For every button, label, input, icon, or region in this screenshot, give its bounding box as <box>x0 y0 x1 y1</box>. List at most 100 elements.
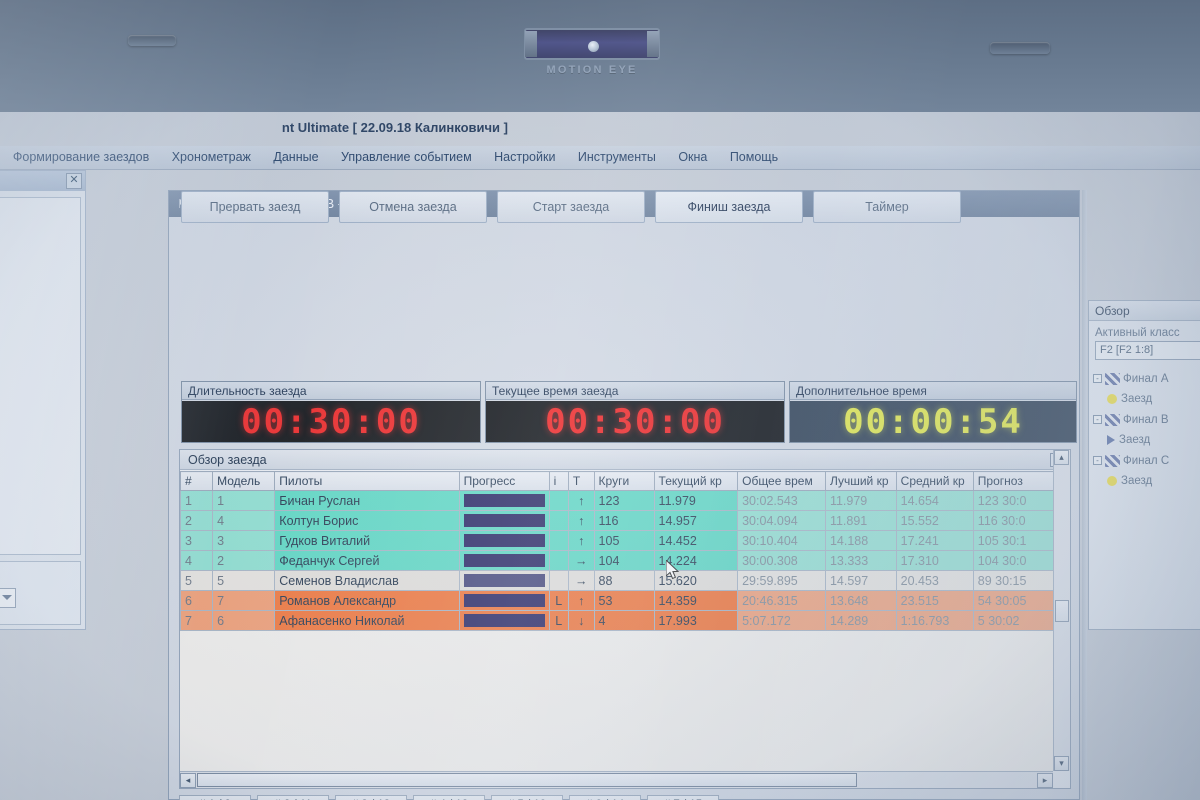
cell-trend: ↑ <box>567 490 595 511</box>
cell-total: 30:04.094 <box>737 510 826 531</box>
scroll-up-button[interactable]: ▴ <box>1054 450 1069 465</box>
table-row[interactable]: 7 6 Афанасенко Николай L ↓ 4 17.993 5:07… <box>180 610 1053 631</box>
col-pilots[interactable]: Пилоты <box>274 471 460 491</box>
vertical-scroll-thumb[interactable] <box>1055 600 1069 622</box>
start-race-button[interactable]: Старт заезда <box>497 191 645 223</box>
cell-laps: 53 <box>593 590 655 611</box>
tree-node-label: Финал A <box>1123 372 1169 385</box>
menu-item-tools[interactable]: Инструменты <box>569 146 665 167</box>
table-row[interactable]: 4 2 Феданчук Сергей → 104 14.224 30:00.3… <box>180 550 1053 571</box>
tree-node-final-b[interactable]: - Финал B <box>1093 409 1200 430</box>
pit-lane-label: # 2 / 11 <box>258 796 328 800</box>
cell-i: L <box>548 610 569 631</box>
cell-trend: ↓ <box>567 610 595 631</box>
col-t[interactable]: T <box>567 471 595 491</box>
table-vertical-scrollbar[interactable]: ▴ ▾ <box>1053 450 1070 771</box>
cell-pilot: Семенов Владислав <box>274 570 460 591</box>
progress-bar <box>463 574 545 587</box>
cell-pilot: Феданчук Сергей <box>274 550 460 571</box>
horizontal-scroll-thumb[interactable] <box>197 773 857 787</box>
col-total[interactable]: Общее врем <box>737 471 826 491</box>
finals-tree: - Финал A Заезд - Финал B Заезд - Финал … <box>1093 368 1200 491</box>
menu-item-settings[interactable]: Настройки <box>485 146 564 167</box>
dock-splitter[interactable] <box>1082 190 1087 800</box>
current-race-time-caption: Текущее время заезда <box>486 382 784 400</box>
col-current[interactable]: Текущий кр <box>653 471 739 491</box>
race-duration-value: 00:30:00 <box>241 401 421 442</box>
tree-node-final-a[interactable]: - Финал A <box>1093 368 1200 389</box>
table-row[interactable]: 3 3 Гудков Виталий ↑ 105 14.452 30:10.40… <box>180 530 1053 551</box>
tree-child-final-a-heat[interactable]: Заезд <box>1093 389 1200 409</box>
race-overview-caption: Обзор заезда <box>180 450 1070 470</box>
left-window-combo[interactable]: ] <box>0 588 16 608</box>
pit-lane-6[interactable]: # 6 / 14 + - <box>569 795 641 800</box>
close-icon[interactable]: ✕ <box>66 173 82 189</box>
cell-laps: 88 <box>593 570 655 591</box>
scroll-down-button[interactable]: ▾ <box>1054 756 1069 771</box>
status-dot-icon <box>1107 394 1117 404</box>
tree-child-final-b-heat[interactable]: Заезд <box>1093 430 1200 450</box>
expander-icon[interactable]: - <box>1093 374 1102 383</box>
race-duration-caption: Длительность заезда <box>182 382 480 400</box>
active-class-combo[interactable]: F2 [F2 1:8] <box>1095 341 1200 360</box>
expander-icon[interactable]: - <box>1093 456 1102 465</box>
col-progress[interactable]: Прогресс <box>458 471 550 491</box>
cell-average: 15.552 <box>895 510 974 531</box>
cell-progress <box>458 550 550 571</box>
finish-race-button[interactable]: Финиш заезда <box>655 191 803 223</box>
menu-item-timing[interactable]: Хронометраж <box>163 146 260 167</box>
menu-item-event[interactable]: Управление событием <box>332 146 481 167</box>
menu-item-heats[interactable]: Формирование заездов <box>4 146 158 167</box>
cell-pilot: Афанасенко Николай <box>274 610 460 631</box>
col-best[interactable]: Лучший кр <box>824 471 897 491</box>
chevron-down-icon[interactable] <box>2 595 12 600</box>
pit-lane-label: # 7 / 15 <box>648 796 718 800</box>
race-duration-panel: Длительность заезда 00:30:00 <box>181 381 481 443</box>
cell-total: 5:07.172 <box>737 610 826 631</box>
menu-bar[interactable]: вление списками Формирование заездов Хро… <box>0 146 1200 170</box>
col-laps[interactable]: Круги <box>593 471 655 491</box>
cancel-race-button[interactable]: Отмена заезда <box>339 191 487 223</box>
cell-forecast: 104 30:0 <box>972 550 1053 571</box>
pit-lane-label: # 5 / 10 <box>492 796 562 800</box>
menu-item-help[interactable]: Помощь <box>721 146 787 167</box>
menu-item-windows[interactable]: Окна <box>669 146 716 167</box>
current-race-time-display: 00:30:00 <box>486 401 784 442</box>
table-row[interactable]: 5 5 Семенов Владислав → 88 15.620 29:59.… <box>180 570 1053 591</box>
col-position[interactable]: # <box>180 471 214 491</box>
scroll-right-button[interactable]: ▸ <box>1037 773 1053 788</box>
pit-lane-4[interactable]: # 4 / 12 + - <box>413 795 485 800</box>
col-forecast[interactable]: Прогноз <box>972 471 1053 491</box>
cell-position: 5 <box>180 570 214 591</box>
tree-child-final-c-heat[interactable]: Заезд <box>1093 471 1200 491</box>
cell-best: 14.188 <box>824 530 897 551</box>
cell-i: L <box>548 590 569 611</box>
expander-icon[interactable]: - <box>1093 415 1102 424</box>
tree-node-final-c[interactable]: - Финал C <box>1093 450 1200 471</box>
col-average[interactable]: Средний кр <box>895 471 974 491</box>
table-row[interactable]: 1 1 Бичан Руслан ↑ 123 11.979 30:02.543 … <box>180 490 1053 511</box>
cell-model: 7 <box>212 590 276 611</box>
cell-i <box>548 570 569 591</box>
current-race-time-panel: Текущее время заезда 00:30:00 <box>485 381 785 443</box>
mouse-cursor-icon <box>666 560 680 580</box>
pit-lane-5[interactable]: # 5 / 10 + - <box>491 795 563 800</box>
scroll-left-button[interactable]: ◂ <box>180 773 196 788</box>
pit-lane-1[interactable]: # 1 / 9 + - <box>179 795 251 800</box>
table-horizontal-scrollbar[interactable]: ◂ ▸ <box>180 771 1053 788</box>
standings-body: 1 1 Бичан Руслан ↑ 123 11.979 30:02.543 … <box>180 490 1053 631</box>
cell-model: 1 <box>212 490 276 511</box>
cell-current: 17.993 <box>653 610 739 631</box>
table-row[interactable]: 2 4 Колтун Борис ↑ 116 14.957 30:04.094 … <box>180 510 1053 531</box>
pit-lane-3[interactable]: # 3 / 13 + - <box>335 795 407 800</box>
flag-icon <box>1105 454 1120 467</box>
col-model[interactable]: Модель <box>212 471 276 491</box>
menu-item-data[interactable]: Данные <box>264 146 327 167</box>
pit-lane-2[interactable]: # 2 / 11 + - <box>257 795 329 800</box>
col-i[interactable]: i <box>548 471 569 491</box>
abort-race-button[interactable]: Прервать заезд <box>181 191 329 223</box>
table-row[interactable]: 6 7 Романов Александр L ↑ 53 14.359 20:4… <box>180 590 1053 611</box>
cell-trend: → <box>567 570 595 591</box>
timer-button[interactable]: Таймер <box>813 191 961 223</box>
pit-lane-7[interactable]: # 7 / 15 + - <box>647 795 719 800</box>
